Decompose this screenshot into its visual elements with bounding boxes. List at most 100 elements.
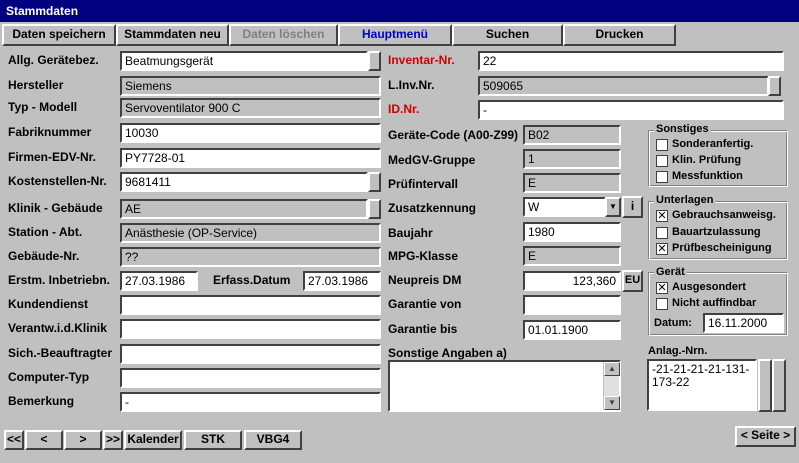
inventar-field[interactable]: 22	[478, 51, 784, 71]
tab-drucken[interactable]: Drucken	[563, 24, 676, 46]
erfass-field[interactable]: 27.03.1986	[303, 271, 381, 291]
sich-field[interactable]	[120, 344, 381, 364]
label-bemerkung: Bemerkung	[8, 394, 75, 408]
label-sich: Sich.-Beauftragter	[8, 346, 113, 360]
label-hersteller: Hersteller	[8, 78, 64, 92]
gebrauchsanweisung-checkbox[interactable]: ✕	[656, 210, 668, 222]
vbg4-button[interactable]: VBG4	[244, 430, 302, 450]
seite-button[interactable]: < Seite >	[735, 426, 796, 447]
label-geraetecode: Geräte-Code (A00-Z99)	[388, 128, 519, 142]
kalender-button[interactable]: Kalender	[124, 430, 182, 450]
linv-dropdown-button[interactable]	[768, 76, 781, 96]
nav-first-button[interactable]: <<	[4, 430, 24, 450]
label-sonstige: Sonstige Angaben a)	[388, 346, 507, 360]
tab-daten-loeschen[interactable]: Daten löschen	[229, 24, 338, 46]
label-verantw: Verantw.i.d.Klinik	[8, 321, 107, 335]
klin-pruefung-checkbox[interactable]	[656, 155, 668, 167]
neupreis-field[interactable]: 123,360	[523, 271, 621, 291]
label-computer: Computer-Typ	[8, 370, 90, 384]
klinik-dropdown-button[interactable]	[368, 199, 381, 219]
scroll-down-icon[interactable]: ▼	[604, 396, 620, 410]
label-kundendienst: Kundendienst	[8, 297, 88, 311]
label-medgv: MedGV-Gruppe	[388, 153, 476, 167]
ausgesondert-checkbox[interactable]: ✕	[656, 282, 668, 294]
pruef-field[interactable]: E	[523, 173, 621, 193]
inbetrieb-field[interactable]: 27.03.1986	[120, 271, 198, 291]
firmenedv-field[interactable]: PY7728-01	[120, 148, 381, 168]
label-baujahr: Baujahr	[388, 226, 433, 240]
label-gebaeude: Gebäude-Nr.	[8, 249, 80, 263]
pruefbescheinigung-checkbox[interactable]: ✕	[656, 243, 668, 255]
typ-field[interactable]: Servoventilator 900 C	[120, 98, 381, 118]
messfunktion-checkbox[interactable]	[656, 171, 668, 183]
verantw-field[interactable]	[120, 319, 381, 339]
stk-button[interactable]: STK	[184, 430, 242, 450]
mpg-field[interactable]: E	[523, 246, 621, 266]
sonderanfertig-label: Sonderanfertig.	[672, 138, 754, 150]
geraet-title: Gerät	[654, 266, 687, 278]
label-pruef: Prüfintervall	[388, 177, 459, 191]
tab-hauptmenue[interactable]: Hauptmenü	[338, 24, 452, 46]
baujahr-field[interactable]: 1980	[523, 222, 621, 242]
scroll-up-icon[interactable]: ▲	[604, 362, 620, 376]
nicht-auffindbar-label: Nicht auffindbar	[672, 297, 757, 309]
label-station: Station - Abt.	[8, 225, 83, 239]
label-garantie-bis: Garantie bis	[388, 322, 458, 336]
tab-daten-speichern[interactable]: Daten speichern	[2, 24, 116, 46]
fabriknr-field[interactable]: 10030	[120, 123, 381, 143]
messfunktion-label: Messfunktion	[672, 170, 743, 182]
label-geraetebez: Allg. Gerätebez.	[8, 53, 99, 67]
label-fabriknr: Fabriknummer	[8, 125, 92, 139]
nav-next-button[interactable]: >	[64, 430, 102, 450]
label-inbetrieb: Erstm. Inbetriebn.	[8, 273, 111, 287]
medgv-field[interactable]: 1	[523, 149, 621, 169]
bauartzulassung-label: Bauartzulassung	[672, 226, 761, 238]
garantie-bis-field[interactable]: 01.01.1900	[523, 320, 621, 340]
nicht-auffindbar-checkbox[interactable]	[656, 298, 668, 310]
info-button[interactable]: i	[622, 196, 643, 218]
label-inventar: Inventar-Nr.	[388, 53, 455, 67]
linv-field[interactable]: 509065	[478, 76, 769, 96]
klin-pruefung-label: Klin. Prüfung	[672, 154, 742, 166]
chevron-down-icon[interactable]: ▼	[605, 197, 621, 217]
label-zusatz: Zusatzkennung	[388, 201, 477, 215]
computer-field[interactable]	[120, 368, 381, 388]
geraetebez-field[interactable]: Beatmungsgerät	[120, 51, 368, 71]
sonderanfertig-checkbox[interactable]	[656, 139, 668, 151]
ausgesondert-label: Ausgesondert	[672, 281, 746, 293]
kostenstelle-field[interactable]: 9681411	[120, 172, 368, 192]
zusatz-select[interactable]: W	[523, 197, 606, 217]
label-garantie-von: Garantie von	[388, 297, 462, 311]
nav-last-button[interactable]: >>	[103, 430, 123, 450]
nav-prev-button[interactable]: <	[25, 430, 63, 450]
label-neupreis: Neupreis DM	[388, 273, 462, 287]
gebaeude-field[interactable]: ??	[120, 247, 381, 267]
garantie-von-field[interactable]	[523, 295, 621, 315]
idnr-field[interactable]: -	[478, 100, 784, 120]
anlag-button-left[interactable]	[758, 359, 772, 412]
bauartzulassung-checkbox[interactable]	[656, 227, 668, 239]
klinik-field[interactable]: AE	[120, 199, 368, 219]
unterlagen-title: Unterlagen	[654, 194, 716, 206]
tab-suchen[interactable]: Suchen	[452, 24, 563, 46]
label-kostenstelle: Kostenstellen-Nr.	[8, 174, 107, 188]
pruefbescheinigung-label: Prüfbescheinigung	[672, 242, 772, 254]
currency-button[interactable]: EU	[622, 270, 643, 292]
anlag-textarea[interactable]: -21-21-21-21-131-173-22	[647, 359, 757, 411]
sonstige-textarea[interactable]	[388, 360, 621, 412]
hersteller-field[interactable]: Siemens	[120, 76, 381, 96]
station-field[interactable]: Anästhesie (OP-Service)	[120, 223, 381, 243]
geraetebez-dropdown-button[interactable]	[368, 51, 381, 71]
sonstige-scrollbar[interactable]: ▲ ▼	[603, 362, 620, 410]
label-klinik: Klinik - Gebäude	[8, 201, 103, 215]
datum-field[interactable]: 16.11.2000	[703, 313, 784, 333]
kundendienst-field[interactable]	[120, 295, 381, 315]
label-idnr: ID.Nr.	[388, 102, 420, 116]
bemerkung-field[interactable]: -	[120, 392, 381, 412]
anlag-button-right[interactable]	[772, 359, 786, 412]
tab-stammdaten-neu[interactable]: Stammdaten neu	[116, 24, 229, 46]
geraetecode-field[interactable]: B02	[523, 125, 621, 145]
window-title: Stammdaten	[0, 0, 799, 22]
gebrauchsanweisung-label: Gebrauchsanweisg.	[672, 209, 776, 221]
kostenstelle-dropdown-button[interactable]	[368, 172, 381, 192]
